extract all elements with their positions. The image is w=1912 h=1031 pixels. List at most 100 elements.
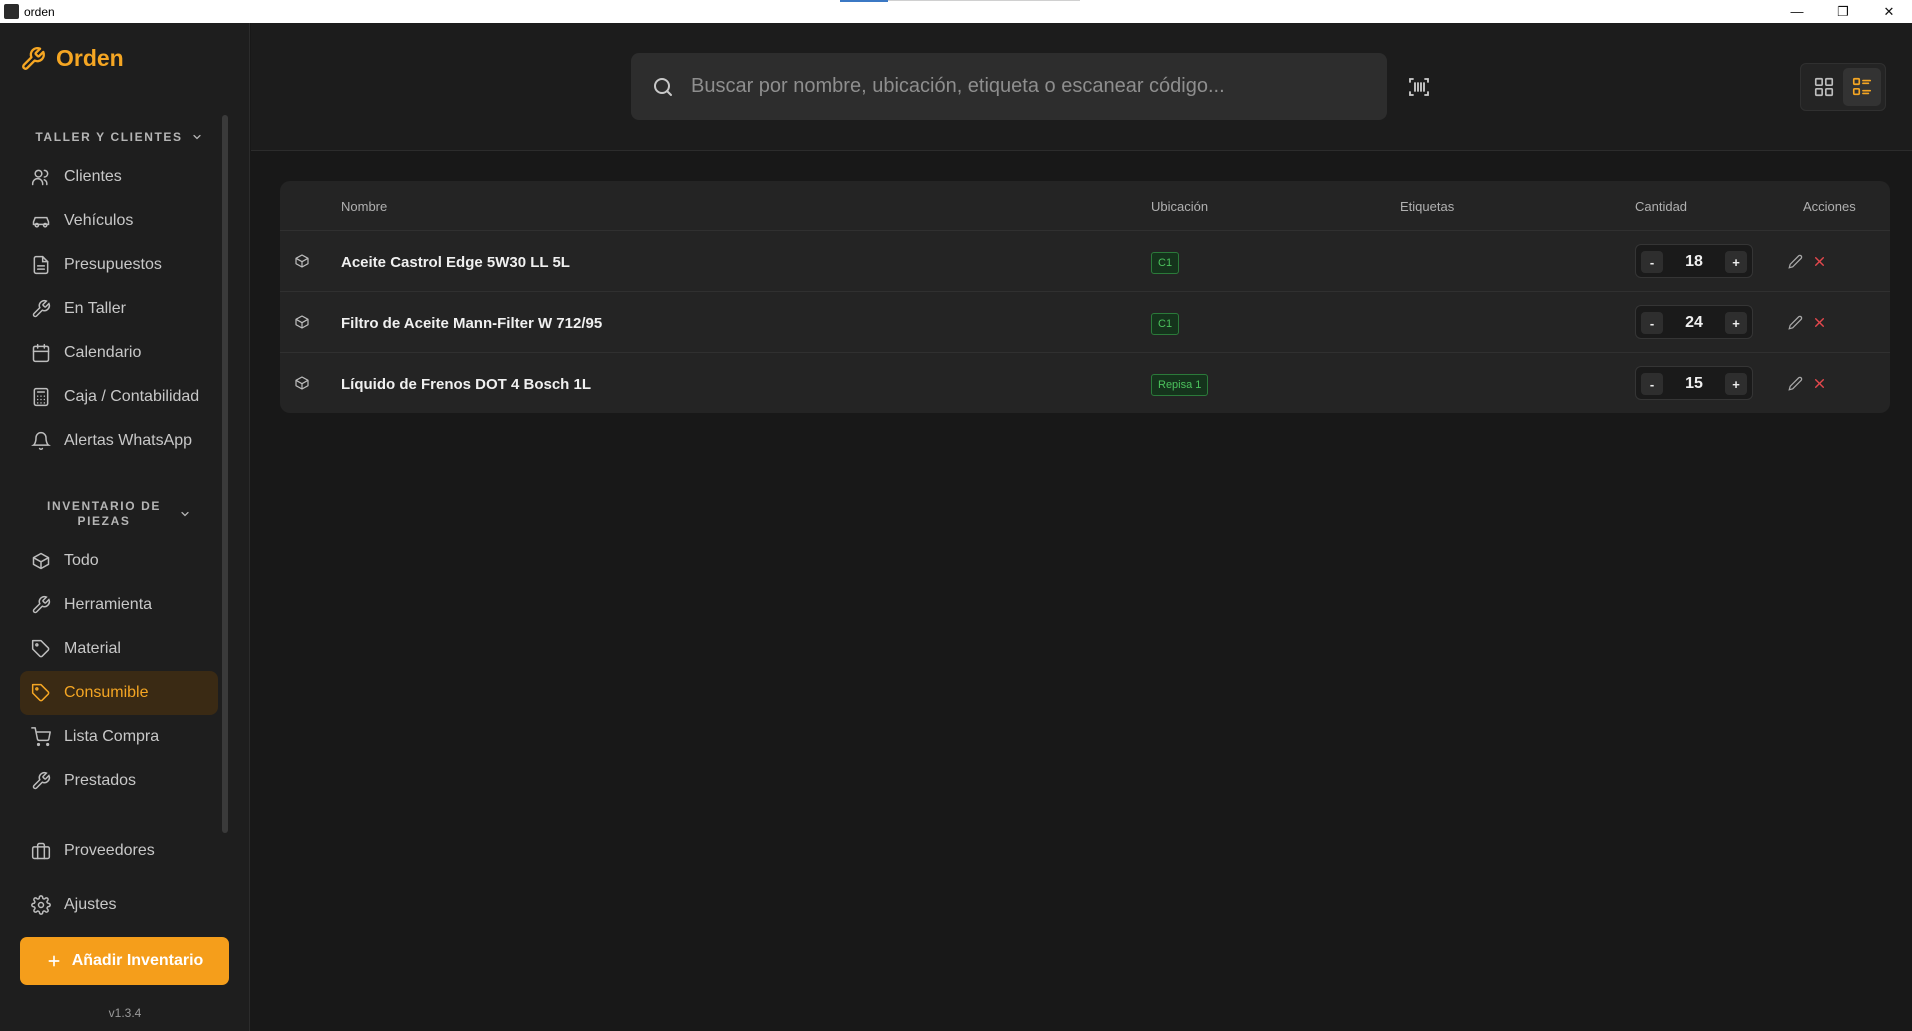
increment-button[interactable]: +: [1725, 373, 1747, 395]
window-title: orden: [24, 4, 55, 19]
cart-icon: [30, 726, 52, 748]
column-header-name[interactable]: Nombre: [341, 199, 387, 214]
sidebar-item-label: Caja / Contabilidad: [64, 388, 200, 405]
sidebar-item-ajustes[interactable]: Ajustes: [20, 883, 218, 927]
wrench-icon: [30, 594, 52, 616]
section-title: TALLER Y CLIENTES: [35, 129, 183, 144]
table-row[interactable]: Líquido de Frenos DOT 4 Bosch 1L Repisa …: [280, 353, 1890, 413]
decrement-button[interactable]: -: [1641, 312, 1663, 334]
sidebar-item-label: Alertas WhatsApp: [64, 432, 193, 449]
table-row[interactable]: Filtro de Aceite Mann-Filter W 712/95 C1…: [280, 292, 1890, 353]
sidebar-item-prestados[interactable]: Prestados: [20, 759, 218, 803]
table-header: Nombre Ubicación Etiquetas Cantidad Acci…: [280, 181, 1890, 231]
section-toggle-taller[interactable]: TALLER Y CLIENTES: [20, 127, 218, 147]
titlebar-accent: [840, 0, 888, 2]
decrement-button[interactable]: -: [1641, 251, 1663, 273]
gear-icon: [30, 894, 52, 916]
location-badge: C1: [1151, 313, 1180, 335]
grid-view-button[interactable]: [1805, 68, 1843, 106]
add-inventory-button[interactable]: Añadir Inventario: [20, 937, 229, 985]
sidebar-scrollbar[interactable]: [222, 115, 228, 833]
sidebar-item-label: Clientes: [64, 168, 122, 185]
scan-barcode-button[interactable]: [1407, 75, 1431, 99]
sidebar-item-label: Vehículos: [64, 212, 134, 229]
grid-icon: [1813, 76, 1835, 98]
sidebar-item-calendario[interactable]: Calendario: [20, 331, 218, 375]
sidebar-item-label: Herramienta: [64, 596, 153, 613]
increment-button[interactable]: +: [1725, 312, 1747, 334]
calculator-icon: [30, 386, 52, 408]
top-header: [251, 23, 1912, 151]
edit-icon[interactable]: [1788, 254, 1803, 269]
bell-icon: [30, 430, 52, 452]
tag-icon: [30, 682, 52, 704]
chevron-down-icon: [179, 508, 191, 520]
section-toggle-inventario[interactable]: INVENTARIO DE PIEZAS: [20, 498, 218, 530]
brand[interactable]: Orden: [20, 45, 124, 72]
sidebar-item-proveedores[interactable]: Proveedores: [20, 829, 218, 873]
sidebar-item-clientes[interactable]: Clientes: [20, 155, 218, 199]
titlebar-line: [888, 0, 1080, 1]
list-view-button[interactable]: [1843, 68, 1881, 106]
sidebar-item-todo[interactable]: Todo: [20, 539, 218, 583]
item-name: Aceite Castrol Edge 5W30 LL 5L: [341, 254, 570, 271]
chevron-down-icon: [191, 131, 203, 143]
column-header-actions: Acciones: [1803, 199, 1856, 214]
sidebar-item-consumible[interactable]: Consumible: [20, 671, 218, 715]
sidebar-item-presupuestos[interactable]: Presupuestos: [20, 243, 218, 287]
users-icon: [30, 166, 52, 188]
table-row[interactable]: Aceite Castrol Edge 5W30 LL 5L C1 - 18 +: [280, 231, 1890, 292]
sidebar-item-material[interactable]: Material: [20, 627, 218, 671]
sidebar-item-alertas[interactable]: Alertas WhatsApp: [20, 419, 218, 463]
quantity-stepper: - 18 +: [1635, 244, 1753, 278]
search-bar[interactable]: [631, 53, 1387, 120]
column-header-quantity[interactable]: Cantidad: [1635, 199, 1687, 214]
close-button[interactable]: ✕: [1866, 0, 1912, 23]
delete-icon[interactable]: [1813, 255, 1826, 268]
sidebar-item-caja[interactable]: Caja / Contabilidad: [20, 375, 218, 419]
sidebar-item-herramienta[interactable]: Herramienta: [20, 583, 218, 627]
inventory-table: Nombre Ubicación Etiquetas Cantidad Acci…: [280, 181, 1890, 413]
minimize-button[interactable]: —: [1774, 0, 1820, 23]
sidebar-item-label: Todo: [64, 552, 99, 569]
list-icon: [1851, 76, 1873, 98]
delete-icon[interactable]: [1813, 316, 1826, 329]
edit-icon[interactable]: [1788, 315, 1803, 330]
barcode-scan-icon: [1407, 75, 1431, 99]
quantity-stepper: - 24 +: [1635, 305, 1753, 339]
item-name: Líquido de Frenos DOT 4 Bosch 1L: [341, 376, 592, 393]
wrench-icon: [30, 770, 52, 792]
sidebar-item-label: Proveedores: [64, 842, 155, 859]
edit-icon[interactable]: [1788, 376, 1803, 391]
location-badge: Repisa 1: [1151, 374, 1209, 396]
decrement-button[interactable]: -: [1641, 373, 1663, 395]
quantity-value: 18: [1685, 253, 1703, 270]
sidebar-item-en-taller[interactable]: En Taller: [20, 287, 218, 331]
sidebar-item-vehiculos[interactable]: Vehículos: [20, 199, 218, 243]
column-header-location[interactable]: Ubicación: [1151, 199, 1208, 214]
sidebar-item-label: Ajustes: [64, 896, 117, 913]
sidebar-item-label: Consumible: [64, 684, 149, 701]
briefcase-icon: [30, 840, 52, 862]
tag-icon: [30, 638, 52, 660]
window-titlebar: orden — ❐ ✕: [0, 0, 1912, 23]
box-icon: [294, 253, 310, 269]
sidebar: Orden TALLER Y CLIENTES Clientes Vehícul…: [0, 23, 250, 1031]
box-icon: [30, 550, 52, 572]
sidebar-item-label: Presupuestos: [64, 256, 162, 273]
column-header-tags[interactable]: Etiquetas: [1400, 199, 1454, 214]
sidebar-item-label: Material: [64, 640, 121, 657]
quantity-stepper: - 15 +: [1635, 366, 1753, 400]
restore-button[interactable]: ❐: [1820, 0, 1866, 23]
search-input[interactable]: [691, 75, 1351, 98]
sidebar-item-label: Prestados: [64, 772, 137, 789]
brand-name: Orden: [56, 45, 124, 71]
car-icon: [30, 210, 52, 232]
sidebar-item-label: Lista Compra: [64, 728, 160, 745]
plus-icon: [46, 953, 62, 969]
wrench-icon: [20, 46, 46, 72]
sidebar-item-lista-compra[interactable]: Lista Compra: [20, 715, 218, 759]
delete-icon[interactable]: [1813, 377, 1826, 390]
increment-button[interactable]: +: [1725, 251, 1747, 273]
section-title-line2: PIEZAS: [77, 514, 131, 528]
